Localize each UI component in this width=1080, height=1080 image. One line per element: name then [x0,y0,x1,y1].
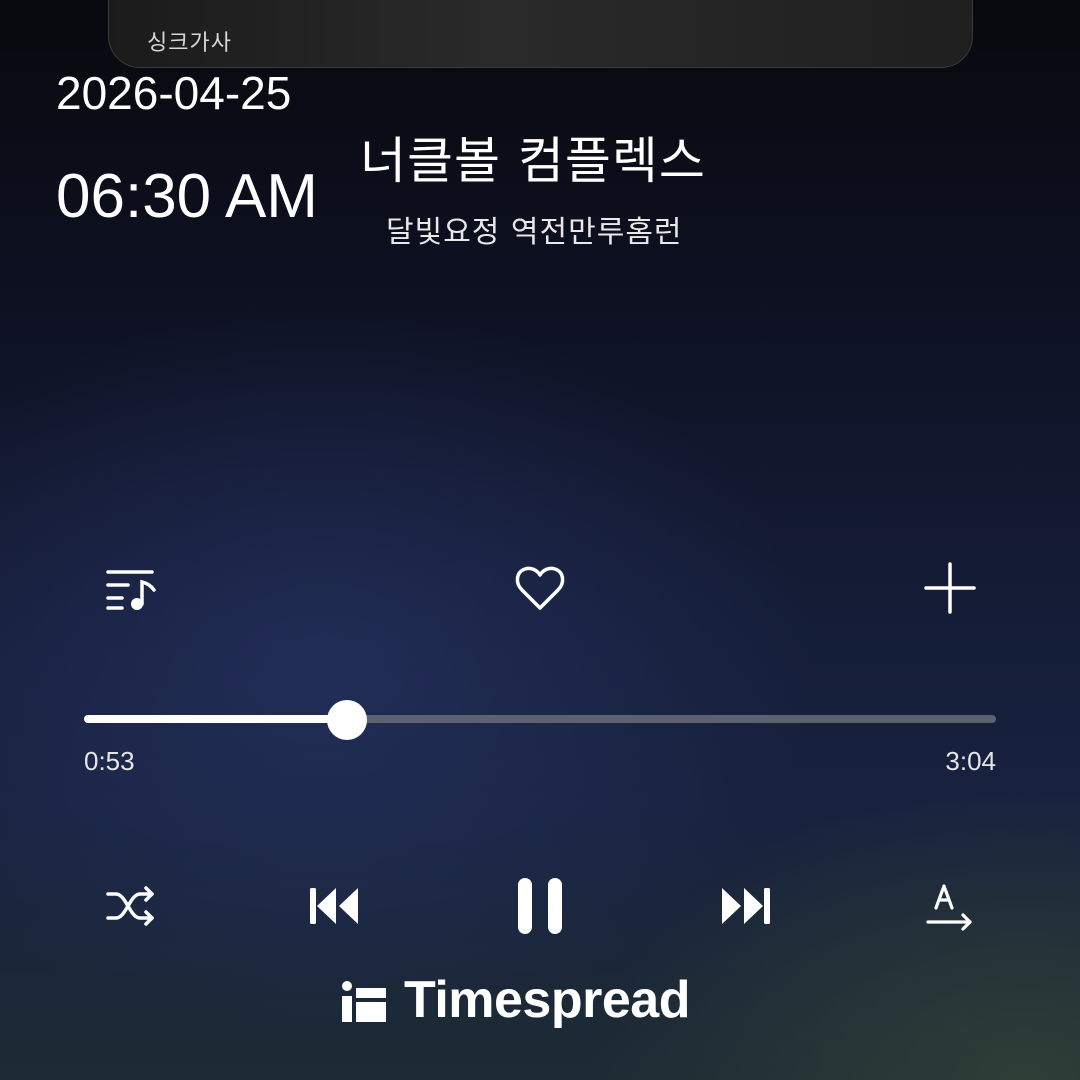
playback-progress-slider[interactable] [84,700,996,740]
synced-lyrics-label: 싱크가사 [147,31,232,56]
add-to-playlist-button[interactable] [920,558,980,618]
pause-button[interactable] [506,872,574,940]
timespread-logo-icon [342,981,386,1022]
brand-name: Timespread [404,971,690,1029]
previous-track-button[interactable] [304,876,364,936]
clock-time: 06:30 AM [56,162,318,231]
playlist-button[interactable] [100,558,160,618]
clock-date: 2026-04-25 [56,67,292,119]
elapsed-time: 0:53 [84,746,135,776]
pause-icon [518,878,562,934]
song-artist[interactable]: 달빛요정 역전만루홈런 [386,213,683,253]
brand-watermark: Timespread [340,970,690,1030]
playlist-music-icon [106,570,156,610]
shuffle-button[interactable] [100,876,160,936]
plus-icon [924,562,976,614]
shuffle-icon [106,886,154,926]
lyrics-translate-icon [926,884,972,931]
song-title: 너클볼 컴플렉스 [360,132,706,190]
next-track-button[interactable] [716,876,776,936]
synced-lyrics-card[interactable]: 싱크가사 [108,0,973,68]
total-duration: 3:04 [945,746,996,776]
like-button[interactable] [510,558,570,618]
skip-previous-icon [310,888,358,924]
skip-next-icon [722,888,770,924]
progress-thumb[interactable] [326,700,367,740]
lyrics-translate-button[interactable] [920,876,980,936]
progress-played [84,715,347,723]
heart-outline-icon [515,566,565,610]
